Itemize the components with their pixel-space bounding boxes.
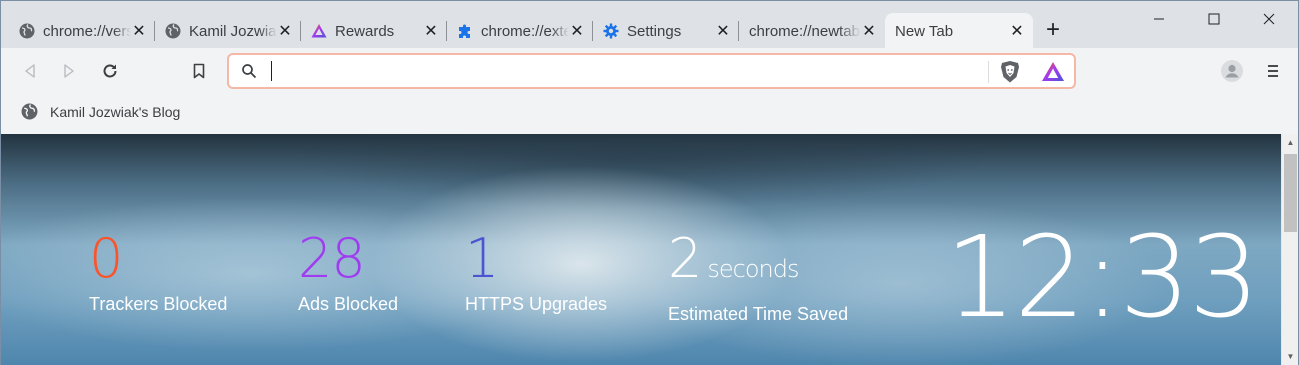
puzzle-icon: [459, 24, 470, 38]
ads-count: 28: [298, 227, 366, 290]
reload-button[interactable]: [98, 59, 122, 83]
tab-title: chrome://version: [43, 22, 131, 40]
tab-close-icon[interactable]: ✕: [277, 23, 293, 40]
time-saved-label: Estimated Time Saved: [668, 304, 849, 324]
avatar-icon: [1221, 60, 1243, 82]
vertical-scrollbar[interactable]: ▲ ▼: [1281, 134, 1299, 365]
brave-rewards-icon[interactable]: [1041, 61, 1065, 83]
tab-close-icon[interactable]: ✕: [1009, 23, 1025, 40]
tab-title: New Tab: [895, 22, 954, 40]
stat-trackers-blocked: 0 Trackers Blocked: [89, 232, 227, 315]
forward-button[interactable]: [57, 59, 81, 83]
time-saved-unit: seconds: [707, 255, 799, 283]
tab-title: Kamil Jozwiak: [189, 22, 277, 40]
stat-time-saved: 2 seconds Estimated Time Saved: [668, 232, 848, 325]
trackers-label: Trackers Blocked: [89, 294, 228, 314]
bookmark-item[interactable]: Kamil Jozwiak's Blog: [21, 103, 180, 120]
tab-title: Rewards: [335, 22, 395, 40]
brave-shields-icon[interactable]: [999, 60, 1021, 84]
bookmark-button[interactable]: [187, 59, 211, 83]
maximize-button[interactable]: [1191, 1, 1237, 37]
tab-chrome-newtab[interactable]: chrome://newtab ✕: [739, 13, 885, 49]
tab-close-icon[interactable]: ✕: [423, 23, 439, 40]
tab-rewards[interactable]: Rewards ✕: [301, 13, 447, 49]
stat-ads-blocked: 28 Ads Blocked: [298, 232, 398, 315]
tab-settings[interactable]: Settings ✕: [593, 13, 739, 49]
tab-close-icon[interactable]: ✕: [569, 23, 585, 40]
tab-title: chrome://newtab: [749, 22, 860, 40]
menu-button[interactable]: [1261, 59, 1285, 83]
tab-title: Settings: [627, 22, 682, 40]
clock: 12:33: [945, 213, 1260, 343]
search-icon: [242, 64, 257, 79]
bookmarks-bar: Kamil Jozwiak's Blog: [0, 94, 1299, 134]
globe-icon: [19, 23, 35, 39]
brave-rewards-icon: [311, 24, 327, 38]
ads-label: Ads Blocked: [298, 294, 399, 314]
text-caret: [271, 61, 272, 81]
toolbar: [0, 48, 1299, 94]
profile-button[interactable]: [1220, 59, 1244, 83]
gear-icon: [603, 23, 619, 39]
time-saved-value-row: 2 seconds: [668, 232, 848, 296]
scroll-up-arrow-icon[interactable]: ▲: [1282, 134, 1299, 151]
tab-close-icon[interactable]: ✕: [861, 23, 877, 40]
tab-chrome-extensions[interactable]: chrome://extensions ✕: [447, 13, 593, 49]
minimize-icon: [1154, 18, 1164, 20]
globe-icon: [165, 23, 181, 39]
new-tab-button[interactable]: +: [1041, 18, 1065, 43]
close-icon: [1263, 13, 1275, 25]
tab-strip: chrome://version ✕ Kamil Jozwiak ✕ Rewar…: [0, 0, 1299, 49]
stat-https-upgrades: 1 HTTPS Upgrades: [465, 232, 607, 315]
bookmark-icon: [193, 63, 205, 79]
https-label: HTTPS Upgrades: [465, 294, 608, 314]
scroll-thumb[interactable]: [1284, 154, 1297, 232]
tab-new-tab[interactable]: New Tab ✕: [885, 13, 1033, 49]
reload-icon: [103, 64, 117, 78]
bookmark-label: Kamil Jozwiak's Blog: [50, 103, 181, 120]
close-window-button[interactable]: [1246, 1, 1292, 37]
maximize-icon: [1208, 13, 1220, 25]
tab-close-icon[interactable]: ✕: [131, 23, 147, 40]
tab-chrome-version[interactable]: chrome://version ✕: [9, 13, 155, 49]
tab-kamil-jozwiak[interactable]: Kamil Jozwiak ✕: [155, 13, 301, 49]
new-tab-page: 0 Trackers Blocked 28 Ads Blocked 1 HTTP…: [0, 134, 1281, 365]
address-input[interactable]: [273, 61, 973, 81]
trackers-count: 0: [89, 227, 123, 290]
globe-icon: [21, 103, 38, 120]
forward-icon: [64, 64, 74, 78]
hamburger-menu-icon: [1268, 65, 1278, 77]
omnibox-divider: [988, 61, 989, 83]
back-button[interactable]: [18, 59, 42, 83]
tab-close-icon[interactable]: ✕: [715, 23, 731, 40]
https-count: 1: [465, 227, 499, 290]
time-saved-count: 2: [668, 227, 702, 290]
back-icon: [25, 64, 35, 78]
address-bar[interactable]: [227, 53, 1076, 89]
tab-title: chrome://extensions: [481, 22, 569, 40]
minimize-button[interactable]: [1136, 1, 1182, 37]
scroll-down-arrow-icon[interactable]: ▼: [1282, 348, 1299, 365]
